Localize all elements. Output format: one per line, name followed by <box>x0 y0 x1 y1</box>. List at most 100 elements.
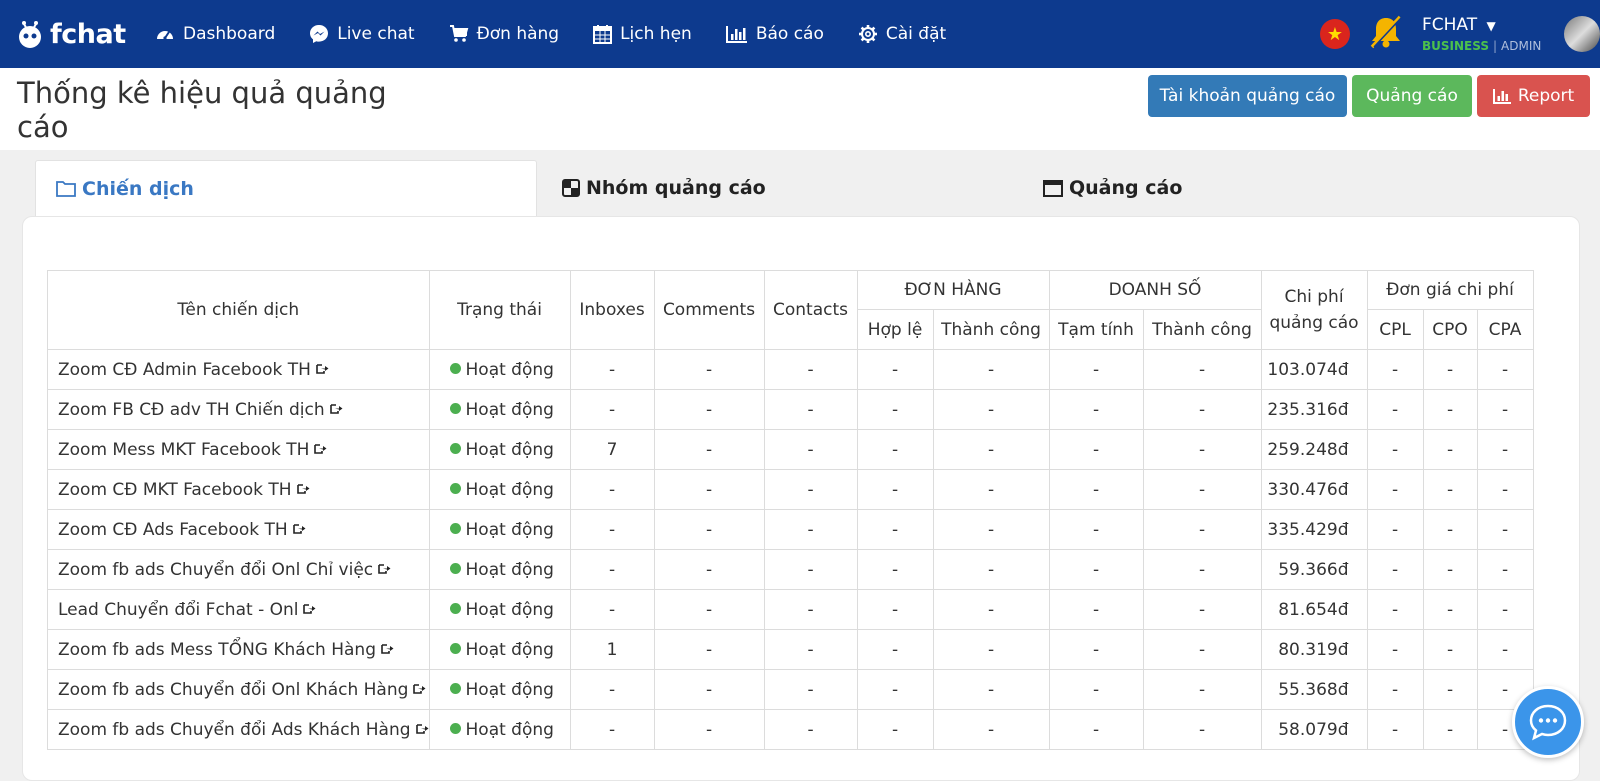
status-badge: Hoạt động <box>465 639 554 660</box>
external-link-icon[interactable] <box>378 559 391 579</box>
cpl-cell: - <box>1366 669 1424 710</box>
external-link-icon[interactable] <box>381 639 394 659</box>
cpa-cell: - <box>1476 469 1534 510</box>
table-row[interactable]: Zoom CĐ Admin Facebook TH Hoạt động - - - - - -… <box>47 349 1534 390</box>
orders-valid-cell: - <box>856 589 934 630</box>
avatar[interactable] <box>1564 16 1600 52</box>
ad-cost-cell: 235.316đ <box>1260 389 1368 430</box>
tab-ads[interactable]: Quảng cáo <box>1043 160 1443 216</box>
nav-live-chat-label: Live chat <box>337 24 415 44</box>
campaign-name[interactable]: Zoom fb ads Chuyển đổi Ads Khách Hàng <box>58 720 411 740</box>
ads-button[interactable]: Quảng cáo <box>1352 75 1472 117</box>
status-cell: Hoạt động <box>428 669 571 710</box>
table-row[interactable]: Zoom CĐ Ads Facebook TH Hoạt động - - - - - - -3… <box>47 509 1534 550</box>
campaign-name-cell[interactable]: Zoom CĐ Admin Facebook TH <box>47 349 430 390</box>
ad-cost-cell: 259.248đ <box>1260 429 1368 470</box>
ad-cost-cell: 103.074đ <box>1260 349 1368 390</box>
external-link-icon[interactable] <box>413 679 426 699</box>
tab-ad-groups[interactable]: Nhóm quảng cáo <box>537 160 1043 216</box>
campaign-name[interactable]: Zoom CĐ Admin Facebook TH <box>58 360 311 380</box>
campaign-name[interactable]: Zoom FB CĐ adv TH Chiến dịch <box>58 400 325 420</box>
external-link-icon[interactable] <box>415 719 429 739</box>
report-button[interactable]: Report <box>1477 75 1590 117</box>
header-cpa: CPA <box>1476 309 1534 350</box>
table-row[interactable]: Zoom FB CĐ adv TH Chiến dịch Hoạt động - - -… <box>47 389 1534 430</box>
external-link-icon[interactable] <box>329 399 343 419</box>
campaign-name-cell[interactable]: Zoom Mess MKT Facebook TH <box>47 429 430 470</box>
tab-ad-groups-label: Nhóm quảng cáo <box>586 177 766 199</box>
campaign-name[interactable]: Zoom fb ads Chuyển đổi Onl Khách Hàng <box>58 680 408 700</box>
table-row[interactable]: Zoom fb ads Chuyển đổi Ads Khách Hàng Hoạ… <box>47 709 1534 750</box>
revenue-temp-cell: - <box>1048 469 1144 510</box>
comments-cell: - <box>653 389 765 430</box>
chat-bubble-button[interactable] <box>1512 686 1584 758</box>
nav-dashboard[interactable]: Dashboard <box>155 24 275 44</box>
orders-success-cell: - <box>932 669 1050 710</box>
status-badge: Hoạt động <box>465 439 554 460</box>
external-link-icon[interactable] <box>292 519 306 539</box>
status-badge: Hoạt động <box>465 679 554 700</box>
campaign-name-cell[interactable]: Zoom FB CĐ adv TH Chiến dịch <box>47 389 430 430</box>
header-inboxes: Inboxes <box>569 270 655 350</box>
campaign-name[interactable]: Zoom fb ads Chuyển đổi Onl Chỉ việc <box>58 560 373 580</box>
revenue-success-cell: - <box>1142 509 1262 550</box>
header-revenue-temp: Tạm tính <box>1048 309 1144 350</box>
status-cell: Hoạt động <box>428 629 571 670</box>
nav-appointments[interactable]: Lịch hẹn <box>593 24 692 44</box>
status-cell: Hoạt động <box>428 589 571 630</box>
external-link-icon[interactable] <box>296 479 310 499</box>
nav-reports[interactable]: Báo cáo <box>725 24 824 44</box>
campaign-name-cell[interactable]: Lead Chuyển đổi Fchat - Onl <box>47 589 430 630</box>
campaign-table: Tên chiến dịch Trạng thái Inboxes Commen… <box>47 270 1534 750</box>
orders-valid-cell: - <box>856 509 934 550</box>
vietnam-flag-icon[interactable]: ★ <box>1320 19 1350 49</box>
external-link-icon[interactable] <box>314 439 327 459</box>
nav-live-chat[interactable]: Live chat <box>309 24 415 44</box>
orders-valid-cell: - <box>856 629 934 670</box>
campaign-name-cell[interactable]: Zoom CĐ Ads Facebook TH <box>47 509 430 550</box>
campaign-name[interactable]: Zoom fb ads Mess TỔNG Khách Hàng <box>58 640 376 660</box>
tab-campaigns[interactable]: Chiến dịch <box>35 160 537 216</box>
nav-dashboard-label: Dashboard <box>183 24 276 44</box>
account-role: ADMIN <box>1501 39 1542 53</box>
bar-chart-icon <box>725 26 747 43</box>
cpl-cell: - <box>1366 509 1424 550</box>
campaign-name[interactable]: Zoom CĐ Ads Facebook TH <box>58 520 288 540</box>
table-row[interactable]: Zoom fb ads Chuyển đổi Onl Chỉ việc Hoạt … <box>47 549 1534 590</box>
comments-cell: - <box>653 549 765 590</box>
table-row[interactable]: Zoom Mess MKT Facebook TH Hoạt động 7- - - - -… <box>47 429 1534 470</box>
external-link-icon[interactable] <box>303 599 316 619</box>
ads-account-button[interactable]: Tài khoản quảng cáo <box>1148 75 1347 117</box>
campaign-name-cell[interactable]: Zoom fb ads Mess TỔNG Khách Hàng <box>47 629 430 670</box>
orders-success-cell: - <box>932 469 1050 510</box>
orders-success-cell: - <box>932 509 1050 550</box>
campaign-name-cell[interactable]: Zoom fb ads Chuyển đổi Ads Khách Hàng <box>47 709 430 750</box>
dashboard-icon <box>157 31 173 40</box>
nav-orders[interactable]: Đơn hàng <box>449 24 560 44</box>
contacts-cell: - <box>763 549 858 590</box>
table-row[interactable]: Zoom CĐ MKT Facebook TH Hoạt động - - - - - - -3… <box>47 469 1534 510</box>
campaign-name-cell[interactable]: Zoom CĐ MKT Facebook TH <box>47 469 430 510</box>
campaign-name[interactable]: Zoom CĐ MKT Facebook TH <box>58 480 292 500</box>
robot-logo-icon <box>19 21 41 48</box>
page-header: Thống kê hiệu quả quảng cáo Tài khoản qu… <box>0 68 1600 150</box>
cpl-cell: - <box>1366 629 1424 670</box>
contacts-cell: - <box>763 669 858 710</box>
table-row[interactable]: Zoom fb ads Chuyển đổi Onl Khách Hàng Hoạ… <box>47 669 1534 710</box>
external-link-icon[interactable] <box>316 359 329 379</box>
revenue-temp-cell: - <box>1048 549 1144 590</box>
campaign-name[interactable]: Lead Chuyển đổi Fchat - Onl <box>58 600 298 620</box>
table-row[interactable]: Lead Chuyển đổi Fchat - Onl Hoạt động - - - -… <box>47 589 1534 630</box>
campaign-name-cell[interactable]: Zoom fb ads Chuyển đổi Onl Khách Hàng <box>47 669 430 710</box>
table-row[interactable]: Zoom fb ads Mess TỔNG Khách Hàng Hoạt độn… <box>47 629 1534 670</box>
status-dot-icon <box>449 483 461 494</box>
bell-muted-icon[interactable] <box>1366 14 1406 54</box>
inboxes-cell: 7 <box>569 429 655 470</box>
nav-settings[interactable]: Cài đặt <box>858 24 946 44</box>
campaign-name[interactable]: Zoom Mess MKT Facebook TH <box>58 440 309 460</box>
campaign-name-cell[interactable]: Zoom fb ads Chuyển đổi Onl Chỉ việc <box>47 549 430 590</box>
fchat-logo[interactable]: fchat <box>14 18 138 50</box>
comments-cell: - <box>653 709 765 750</box>
account-menu[interactable]: FCHAT ▼ BUSINESS | ADMIN <box>1422 15 1562 53</box>
nav-orders-label: Đơn hàng <box>476 24 560 44</box>
